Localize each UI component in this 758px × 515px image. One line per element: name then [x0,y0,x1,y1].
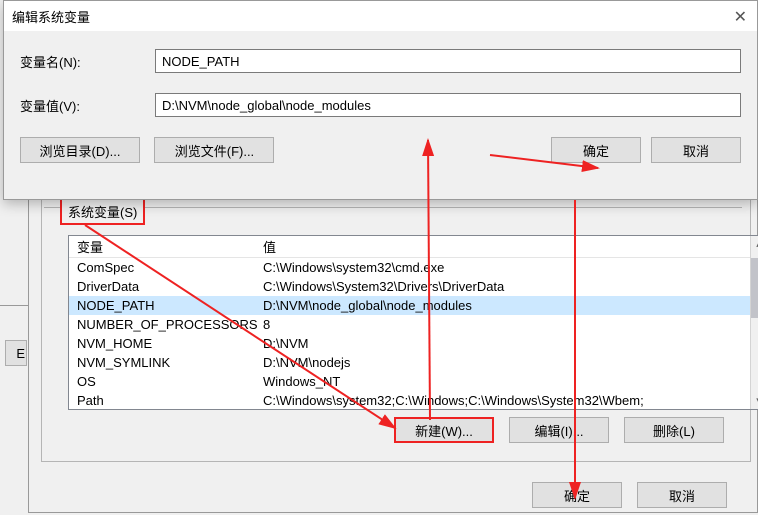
close-icon[interactable]: ✕ [734,7,747,27]
column-header-value[interactable]: 值 [259,236,758,257]
variable-value-label: 变量值(V): [20,96,155,115]
scroll-up-icon[interactable]: ▴ [751,236,758,253]
table-row[interactable]: NUMBER_OF_PROCESSORS8 [69,315,758,334]
table-row[interactable]: DriverDataC:\Windows\System32\Drivers\Dr… [69,277,758,296]
table-row[interactable]: NVM_SYMLINKD:\NVM\nodejs [69,353,758,372]
dialog-titlebar: 编辑系统变量 ✕ [4,1,757,31]
new-button[interactable]: 新建(W)... [394,417,494,443]
edit-button[interactable]: 编辑(I)... [509,417,609,443]
column-header-variable[interactable]: 变量 [69,236,259,257]
system-variables-table[interactable]: 变量 值 ComSpecC:\Windows\system32\cmd.exe … [68,235,758,410]
system-variables-group-label: 系统变量(S) [60,198,145,225]
table-row[interactable]: NODE_PATHD:\NVM\node_global\node_modules [69,296,758,315]
edit-system-variable-dialog: 编辑系统变量 ✕ 变量名(N): 变量值(V): 浏览目录(D)... 浏览文件… [3,0,758,200]
dialog-title: 编辑系统变量 [12,7,90,26]
ok-button[interactable]: 确定 [551,137,641,163]
environment-variables-window: 系统变量(S) 变量 值 ComSpecC:\Windows\system32\… [28,188,758,513]
browse-file-button[interactable]: 浏览文件(F)... [154,137,274,163]
cancel-button[interactable]: 取消 [651,137,741,163]
scroll-down-icon[interactable]: ▾ [751,392,758,409]
table-row[interactable]: ComSpecC:\Windows\system32\cmd.exe [69,258,758,277]
table-row[interactable]: OSWindows_NT [69,372,758,391]
scroll-thumb[interactable] [751,258,758,318]
cancel-button-lower[interactable]: 取消 [637,482,727,508]
variable-name-label: 变量名(N): [20,52,155,71]
vertical-scrollbar[interactable]: ▴ ▾ [750,236,758,409]
partial-button: E [5,340,27,366]
browse-directory-button[interactable]: 浏览目录(D)... [20,137,140,163]
variable-value-input[interactable] [155,93,741,117]
variable-name-input[interactable] [155,49,741,73]
table-row[interactable]: PathC:\Windows\system32;C:\Windows;C:\Wi… [69,391,758,410]
delete-button[interactable]: 删除(L) [624,417,724,443]
ok-button-lower[interactable]: 确定 [532,482,622,508]
table-row[interactable]: NVM_HOMED:\NVM [69,334,758,353]
